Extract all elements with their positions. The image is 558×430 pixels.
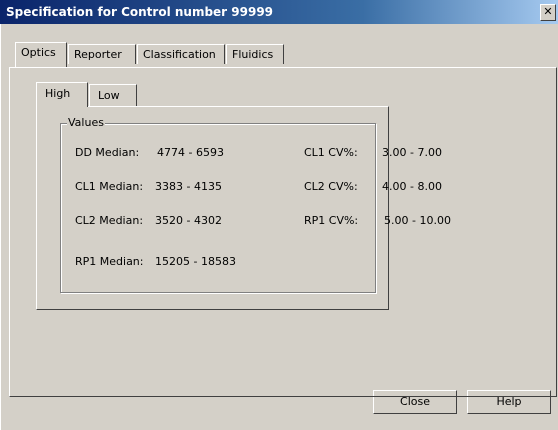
tab-low[interactable]: Low [89,84,137,106]
rp1-cv-value: 5.00 - 10.00 [384,214,451,227]
cl2-median-label: CL2 Median: [75,214,144,227]
cl2-median-value: 3520 - 4302 [155,214,222,227]
close-icon: ✕ [543,5,553,18]
dialog-client: Optics Reporter Classification Fluidics … [0,24,558,430]
rp1-cv-label: RP1 CV%: [304,214,359,227]
rp1-median-value: 15205 - 18583 [155,255,236,268]
cl1-median-label: CL1 Median: [75,180,144,193]
tab-classification-label: Classification [143,48,216,61]
title-bar: Specification for Control number 99999 ✕ [0,0,558,24]
cl2-cv-value: 4.00 - 8.00 [382,180,442,193]
values-group-label: Values [67,116,105,129]
tab-low-label: Low [98,89,120,102]
tab-classification[interactable]: Classification [137,44,225,64]
rp1-median-label: RP1 Median: [75,255,144,268]
tab-high[interactable]: High [36,82,88,107]
tab-fluidics[interactable]: Fluidics [226,44,284,64]
window-title: Specification for Control number 99999 [6,5,274,19]
tab-reporter[interactable]: Reporter [68,44,136,64]
cl1-median-value: 3383 - 4135 [155,180,222,193]
tab-fluidics-label: Fluidics [232,48,274,61]
cl2-cv-label: CL2 CV%: [304,180,358,193]
dd-median-value: 4774 - 6593 [157,146,224,159]
dd-median-label: DD Median: [75,146,140,159]
tab-reporter-label: Reporter [74,48,122,61]
tab-high-label: High [45,87,71,100]
tab-optics-label: Optics [21,46,56,59]
cl1-cv-label: CL1 CV%: [304,146,358,159]
window-close-button[interactable]: ✕ [540,4,556,21]
cl1-cv-value: 3.00 - 7.00 [382,146,442,159]
tab-optics[interactable]: Optics [15,42,67,67]
